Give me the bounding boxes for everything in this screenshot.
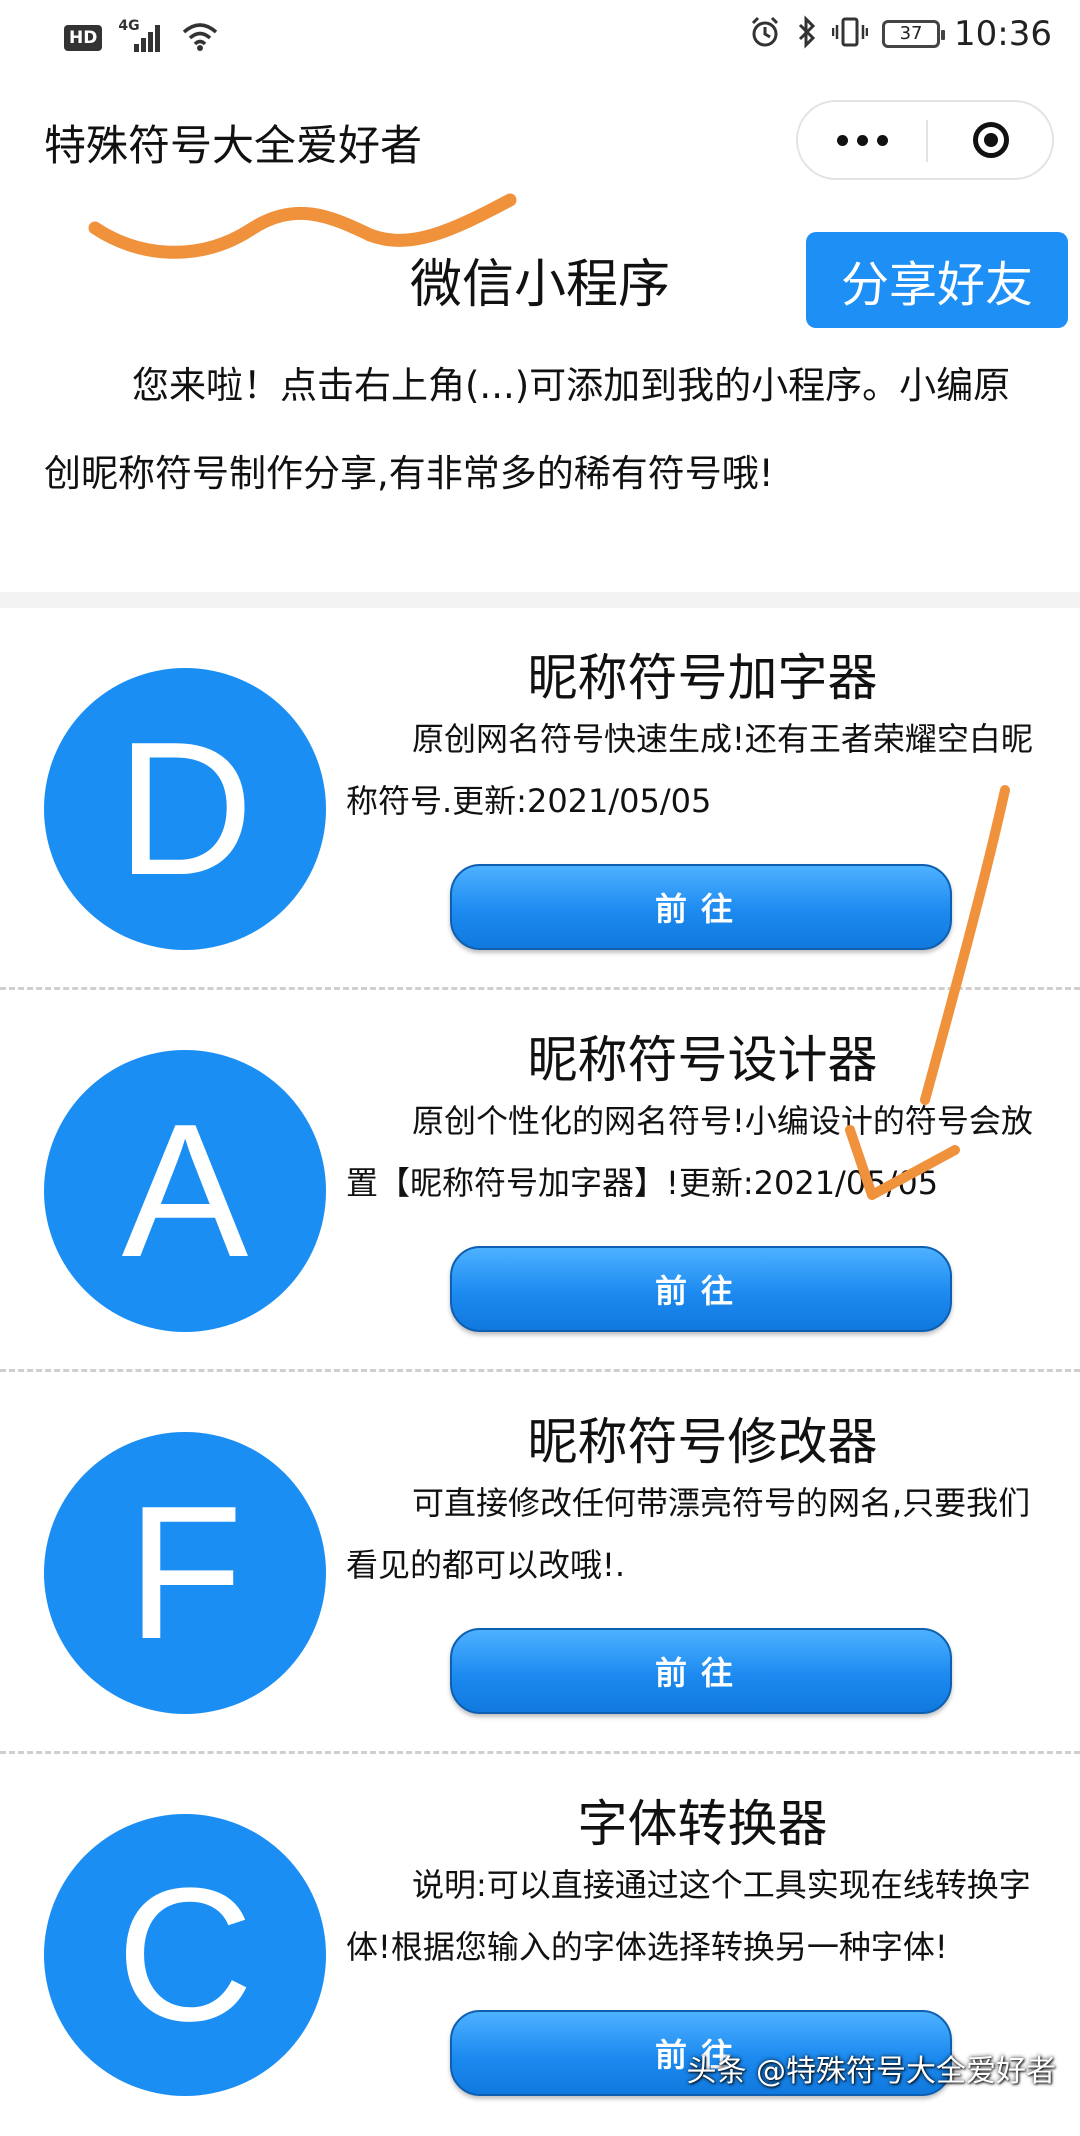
- vibrate-icon: [831, 15, 869, 53]
- watermark: 头条 @特殊符号大全爱好者: [686, 2054, 1056, 2089]
- bluetooth-icon: [796, 15, 818, 53]
- more-dots-icon: [836, 134, 848, 146]
- status-right: 37 10:36: [748, 14, 1052, 54]
- hd-icon: HD: [64, 25, 103, 51]
- tool-card: A 昵称符号设计器 原创个性化的网名符号!小编设计的符号会放置【昵称符号加字器】…: [0, 990, 1080, 1372]
- signal-icon: 4G: [118, 18, 164, 54]
- close-target-icon: [973, 122, 1009, 158]
- tool-description: 可直接修改任何带漂亮符号的网名,只要我们看见的都可以改哦!.: [346, 1484, 1031, 1584]
- tool-description: 原创网名符号快速生成!还有王者荣耀空白昵称符号.更新:2021/05/05: [346, 720, 1033, 820]
- tool-title: 字体转换器: [577, 1795, 828, 1853]
- status-bar: HD 4G 37 10:36: [0, 0, 1080, 72]
- tool-letter-avatar: C: [44, 1814, 326, 2096]
- nav-header: 特殊符号大全爱好者: [0, 72, 1080, 192]
- more-button[interactable]: [798, 102, 926, 178]
- share-button[interactable]: 分享好友: [806, 232, 1068, 328]
- tool-description: 说明:可以直接通过这个工具实现在线转换字体!根据您输入的字体选择转换另一种字体!: [346, 1866, 1031, 1966]
- tool-description: 原创个性化的网名符号!小编设计的符号会放置【昵称符号加字器】!更新:2021/0…: [346, 1102, 1033, 1202]
- tool-letter-avatar: F: [44, 1432, 326, 1714]
- wifi-icon: [180, 20, 220, 56]
- section-divider: [0, 592, 1080, 608]
- clock: 10:36: [954, 14, 1052, 54]
- tool-letter-avatar: D: [44, 668, 326, 950]
- battery-icon: 37: [882, 20, 946, 48]
- tool-title: 昵称符号修改器: [527, 1413, 878, 1471]
- alarm-icon: [748, 15, 782, 53]
- tool-title: 昵称符号加字器: [527, 649, 878, 707]
- status-left: HD 4G: [64, 18, 220, 56]
- tool-card: F 昵称符号修改器 可直接修改任何带漂亮符号的网名,只要我们看见的都可以改哦!.…: [0, 1372, 1080, 1754]
- intro-section: 微信小程序 分享好友 您来啦！点击右上角(...)可添加到我的小程序。小编原创昵…: [0, 192, 1080, 592]
- page-title: 特殊符号大全爱好者: [44, 121, 423, 170]
- tool-title: 昵称符号设计器: [527, 1031, 878, 1089]
- go-button[interactable]: 前往: [450, 1628, 952, 1714]
- more-dot: [876, 134, 888, 146]
- capsule-menu: [796, 100, 1054, 180]
- tool-card: D 昵称符号加字器 原创网名符号快速生成!还有王者荣耀空白昵称符号.更新:202…: [0, 608, 1080, 990]
- tool-letter-avatar: A: [44, 1050, 326, 1332]
- close-button[interactable]: [928, 102, 1054, 178]
- more-dot: [856, 134, 868, 146]
- go-button[interactable]: 前往: [450, 864, 952, 950]
- go-button[interactable]: 前往: [450, 1246, 952, 1332]
- target-core: [984, 133, 998, 147]
- intro-text: 您来啦！点击右上角(...)可添加到我的小程序。小编原创昵称符号制作分享,有非常…: [44, 364, 1011, 495]
